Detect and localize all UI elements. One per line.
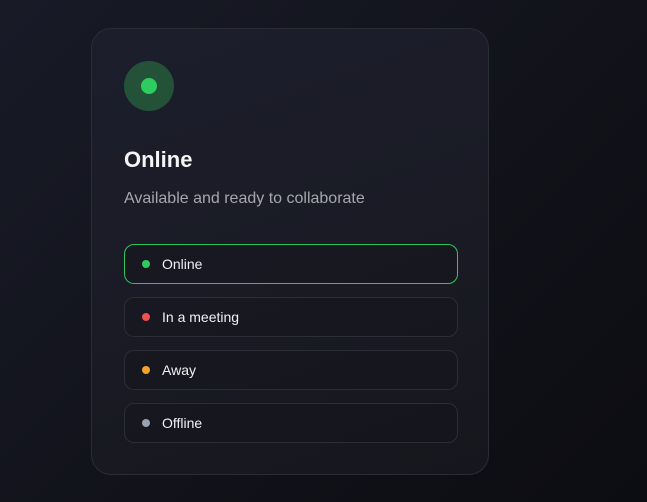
status-dot-icon	[141, 78, 157, 94]
status-option-offline[interactable]: Offline	[124, 403, 458, 443]
status-option-meeting[interactable]: In a meeting	[124, 297, 458, 337]
status-description: Available and ready to collaborate	[124, 190, 365, 207]
status-indicator	[124, 61, 174, 111]
offline-dot-icon	[142, 419, 150, 427]
option-label: Offline	[162, 415, 203, 431]
option-label: Away	[162, 362, 196, 378]
away-dot-icon	[142, 366, 150, 374]
status-option-away[interactable]: Away	[124, 350, 458, 390]
status-title: Online	[124, 147, 193, 172]
meeting-dot-icon	[142, 313, 150, 321]
option-label: Online	[162, 256, 203, 272]
status-card: Online Available and ready to collaborat…	[91, 28, 489, 475]
option-label: In a meeting	[162, 309, 240, 325]
status-option-online[interactable]: Online	[124, 244, 458, 284]
online-dot-icon	[142, 260, 150, 268]
status-options: Online In a meeting Away Offline	[124, 244, 458, 456]
